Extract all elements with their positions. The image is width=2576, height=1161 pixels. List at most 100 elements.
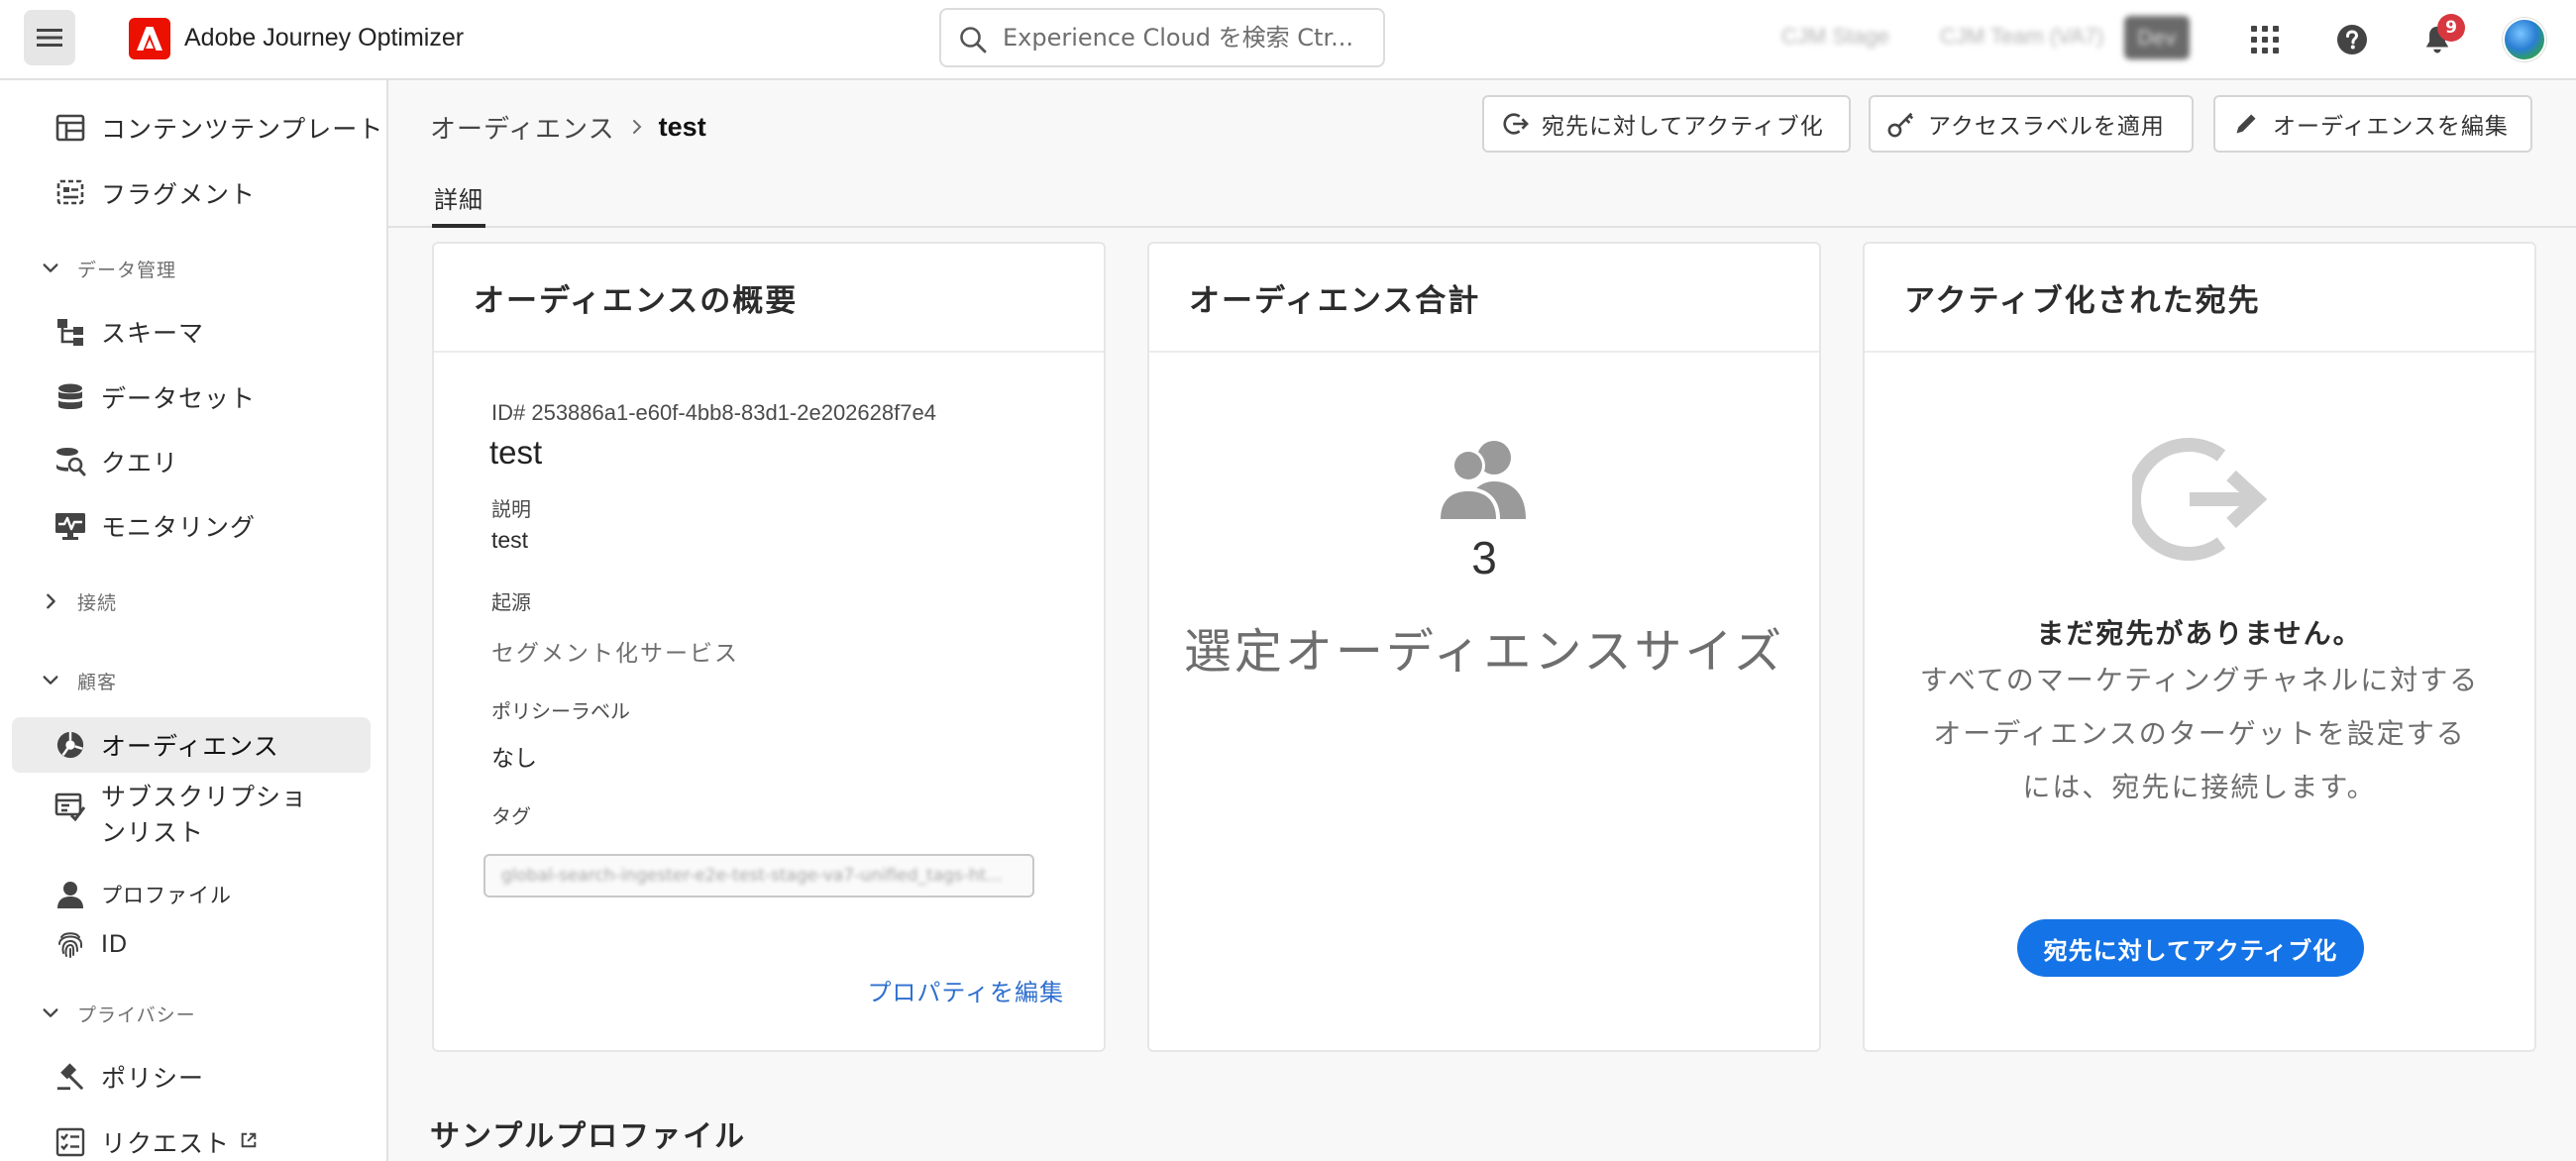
- hamburger-icon: [37, 29, 62, 47]
- activate-to-destination-cta-button[interactable]: 宛先に対してアクティブ化: [2017, 919, 2364, 977]
- sidebar-item-queries[interactable]: クエリ: [12, 434, 371, 489]
- sidebar-item-label: オーディエンス: [101, 732, 279, 761]
- audience-icon: [54, 728, 87, 762]
- edit-audience-button[interactable]: オーディエンスを編集: [2213, 95, 2532, 153]
- checklist-icon: [54, 1125, 87, 1159]
- adobe-logo-icon[interactable]: [129, 18, 170, 59]
- tags-label: タグ: [491, 804, 531, 828]
- activate-destination-icon: [1500, 109, 1530, 139]
- global-search[interactable]: [939, 8, 1385, 67]
- card-title: オーディエンス合計: [1149, 244, 1819, 353]
- sidebar-item-label: ID: [101, 929, 128, 958]
- gavel-icon: [54, 1060, 87, 1094]
- sidebar-item-monitoring[interactable]: モニタリング: [12, 498, 371, 554]
- sidebar-item-label: プロファイル: [101, 884, 232, 907]
- sidebar-item-identities[interactable]: ID: [12, 916, 371, 972]
- sidebar-item-requests[interactable]: リクエスト: [12, 1114, 371, 1161]
- sidebar-item-label: コンテンツテンプレート: [101, 115, 384, 144]
- sidebar-item-content-templates[interactable]: コンテンツテンプレート: [12, 100, 382, 156]
- tag-chip[interactable]: global-search-ingester-e2e-test-stage-va…: [483, 854, 1034, 897]
- audience-id: ID# 253886a1-e60f-4bb8-83d1-2e202628f7e4: [491, 400, 936, 425]
- activate-button-label: 宛先に対してアクティブ化: [1542, 114, 1824, 140]
- nav-group-label: 顧客: [77, 671, 118, 693]
- nav-group-label: データ管理: [77, 259, 177, 281]
- sidebar-item-label: モニタリング: [101, 513, 257, 542]
- audience-overview-card: オーディエンスの概要 ID# 253886a1-e60f-4bb8-83d1-2…: [432, 242, 1106, 1052]
- chevron-right-icon: [629, 119, 645, 135]
- nav-group-data-management[interactable]: データ管理: [40, 249, 176, 288]
- nav-group-label: 接続: [77, 591, 118, 614]
- sidebar-item-policies[interactable]: ポリシー: [12, 1049, 371, 1105]
- sidebar-item-fragments[interactable]: フラグメント: [12, 165, 371, 221]
- org-team-label[interactable]: CJM Team (VA7): [1940, 24, 2103, 50]
- nav-group-customer[interactable]: 顧客: [40, 661, 117, 700]
- schema-icon: [54, 315, 87, 349]
- sidebar-item-schemas[interactable]: スキーマ: [12, 304, 371, 360]
- empty-state-title: まだ宛先がありません。: [2036, 617, 2363, 650]
- description-value: test: [491, 527, 529, 553]
- description-label: 説明: [491, 497, 531, 521]
- origin-label: 起源: [491, 590, 531, 614]
- empty-state-line: には、宛先に接続します。: [2022, 771, 2377, 803]
- breadcrumb-parent-link[interactable]: オーディエンス: [430, 109, 615, 146]
- notification-count-badge: 9: [2437, 14, 2465, 42]
- sidebar-item-label: ポリシー: [101, 1064, 205, 1093]
- audience-size-label: 選定オーディエンスサイズ: [1183, 624, 1785, 680]
- edit-audience-button-label: オーディエンスを編集: [2273, 114, 2509, 140]
- card-title: オーディエンスの概要: [434, 244, 1104, 353]
- hamburger-menu-button[interactable]: [24, 10, 75, 65]
- app-switcher-icon[interactable]: [2245, 20, 2285, 59]
- policy-label: ポリシーラベル: [491, 699, 630, 723]
- apply-access-labels-button[interactable]: アクセスラベルを適用: [1869, 95, 2194, 153]
- user-avatar[interactable]: [2503, 18, 2546, 61]
- nav-group-connections[interactable]: 接続: [40, 581, 117, 621]
- search-icon: [960, 27, 987, 53]
- empty-state-line: すべてのマーケティングチャネルに対する: [1919, 664, 2480, 696]
- tab-details[interactable]: 詳細: [432, 180, 485, 228]
- sidebar-item-subscription-lists[interactable]: サブスクリプションリスト: [12, 780, 371, 863]
- fragment-icon: [54, 176, 87, 210]
- sidebar-item-datasets[interactable]: データセット: [12, 369, 371, 425]
- card-title: アクティブ化された宛先: [1865, 244, 2534, 353]
- sidebar-item-audiences[interactable]: オーディエンス: [12, 717, 371, 773]
- policy-value: なし: [491, 746, 537, 772]
- edit-properties-link[interactable]: プロパティを編集: [867, 973, 1064, 1007]
- chevron-right-icon: [40, 590, 61, 612]
- audience-name: test: [489, 434, 543, 471]
- user-icon: [54, 878, 87, 911]
- activated-destinations-card: アクティブ化された宛先 まだ宛先がありません。 すべてのマーケティングチャネルに…: [1863, 242, 2536, 1052]
- sidebar-item-label: データセット: [101, 384, 257, 413]
- top-bar: Adobe Journey Optimizer CJM Stage CJM Te…: [0, 0, 2576, 80]
- sample-profiles-heading: サンプルプロファイル: [430, 1119, 747, 1154]
- sidebar-item-label: スキーマ: [101, 319, 205, 348]
- nav-group-privacy[interactable]: プライバシー: [40, 994, 196, 1033]
- nav-group-label: プライバシー: [77, 1003, 196, 1026]
- app-title[interactable]: Adobe Journey Optimizer: [184, 24, 464, 53]
- key-icon: [1886, 109, 1916, 139]
- sidebar-item-label: クエリ: [101, 449, 179, 477]
- sidebar-item-label: サブスクリプションリスト: [101, 783, 308, 847]
- breadcrumb: オーディエンス test: [430, 109, 706, 145]
- database-icon: [54, 380, 87, 414]
- audience-count: 3: [1471, 532, 1497, 583]
- external-link-icon: [240, 1131, 258, 1153]
- tag-text: global-search-ingester-e2e-test-stage-va…: [501, 866, 1003, 886]
- destination-exit-icon: [2132, 438, 2267, 561]
- query-icon: [54, 445, 87, 478]
- tab-bar: 詳細: [388, 170, 2576, 228]
- sidebar-item-profiles[interactable]: プロファイル: [12, 867, 371, 922]
- audience-total-card: オーディエンス合計 3 選定オーディエンスサイズ: [1147, 242, 1821, 1052]
- access-labels-button-label: アクセスラベルを適用: [1928, 114, 2165, 140]
- origin-value: セグメント化サービス: [491, 641, 739, 667]
- search-input[interactable]: [1003, 18, 1369, 57]
- chevron-down-icon: [40, 258, 61, 279]
- environment-badge[interactable]: Dev: [2124, 16, 2190, 59]
- help-icon[interactable]: [2332, 20, 2372, 59]
- pencil-icon: [2231, 109, 2261, 139]
- sidebar-item-label: リクエスト: [101, 1129, 231, 1158]
- breadcrumb-current: test: [658, 111, 706, 142]
- sidebar-item-label: フラグメント: [101, 180, 257, 209]
- activate-to-destination-button[interactable]: 宛先に対してアクティブ化: [1482, 95, 1851, 153]
- empty-state-description: すべてのマーケティングチャネルに対する オーディエンスのターゲットを設定する に…: [1865, 654, 2534, 814]
- org-stage-label[interactable]: CJM Stage: [1781, 24, 1889, 50]
